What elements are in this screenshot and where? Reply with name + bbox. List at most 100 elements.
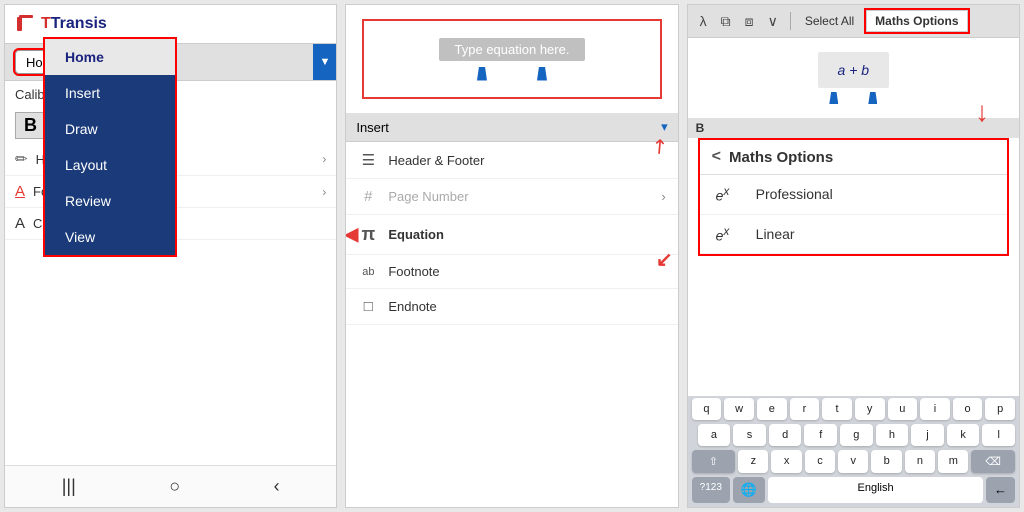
equation-item[interactable]: π Equation ◀ ↙ [346,215,677,255]
bottom-nav-bar: ||| ○ ‹ [5,465,336,507]
maths-options-title: Maths Options [729,149,833,166]
endnote-label: Endnote [388,299,436,314]
key-d[interactable]: d [769,424,802,446]
nav-view[interactable]: View [45,219,175,255]
keyboard-bottom-row: ?123 🌐 English ← [688,475,1019,507]
equation-icon: π [358,224,378,245]
key-v[interactable]: v [838,450,868,473]
key-globe[interactable]: 🌐 [733,477,765,503]
professional-icon: ex [716,185,744,204]
keyboard-b-label: B [688,118,1019,138]
key-u[interactable]: u [888,398,918,420]
key-o[interactable]: o [953,398,983,420]
key-p[interactable]: p [985,398,1015,420]
key-b[interactable]: b [871,450,901,473]
transis-logo-icon [15,13,37,35]
home-circle-icon[interactable]: ○ [169,476,180,497]
key-numbers[interactable]: ?123 [692,477,730,503]
key-e[interactable]: e [757,398,787,420]
key-g[interactable]: g [840,424,873,446]
select-all-btn[interactable]: Select All [799,12,860,30]
eq-handle-right [868,92,877,104]
insert-dropdown-arrow[interactable]: ▾ [661,119,668,135]
key-shift[interactable]: ⇧ [692,450,736,473]
keyboard-row-2: a s d f g h j k l [688,422,1019,448]
font-colour-icon: A [15,183,25,200]
footnote-item[interactable]: ab Footnote [346,255,677,289]
page-number-icon: # [358,188,378,205]
key-q[interactable]: q [692,398,722,420]
endnote-item[interactable]: □ Endnote [346,289,677,325]
key-backspace[interactable]: ⌫ [971,450,1015,473]
dropdown-v-icon[interactable]: ∨ [764,11,782,32]
nav-home[interactable]: Home [45,39,175,75]
equation-preview-box: a + b [818,52,890,88]
key-i[interactable]: i [920,398,950,420]
professional-option[interactable]: ex Professional [700,175,1007,215]
equation-preview-text: a + b [838,62,870,78]
key-t[interactable]: t [822,398,852,420]
key-z[interactable]: z [738,450,768,473]
keyboard-row-1: q w e r t y u i o p [688,396,1019,422]
key-h[interactable]: h [876,424,909,446]
key-k[interactable]: k [947,424,980,446]
key-y[interactable]: y [855,398,885,420]
footnote-icon: ab [358,266,378,278]
key-m[interactable]: m [938,450,968,473]
equation-label: Equation [388,227,444,242]
highlight-icon: ✏ [15,150,28,168]
key-j[interactable]: j [911,424,944,446]
header-footer-icon: ☰ [358,151,378,169]
dropdown-arrow-icon[interactable]: ▼ [313,44,336,80]
equation-box: Type equation here. [362,19,661,99]
bold-button[interactable]: B [15,112,46,139]
nav-insert[interactable]: Insert [45,75,175,111]
page-number-label: Page Number [388,189,468,204]
key-a[interactable]: a [698,424,731,446]
maths-options-header: < Maths Options [700,140,1007,175]
page-number-item[interactable]: # Page Number › [346,179,677,215]
keyboard-row-3: ⇧ z x c v b n m ⌫ [688,448,1019,475]
linear-label: Linear [756,226,795,242]
keyboard: q w e r t y u i o p a s d f g h j k l ⇧ … [688,396,1019,507]
key-return[interactable]: ← [986,477,1015,503]
copy-icon[interactable]: ⧉ [717,11,735,32]
maths-options-button[interactable]: Maths Options [866,10,967,32]
nav-layout[interactable]: Layout [45,147,175,183]
panel3-toolbar: λ ⧉ ⧈ ∨ Select All Maths Options [688,5,1019,38]
key-f[interactable]: f [804,424,837,446]
chevron-right-icon: › [661,189,665,204]
lambda-icon[interactable]: λ [696,11,711,31]
back-icon[interactable]: ‹ [274,476,280,497]
eq-handle-left [829,92,838,104]
key-w[interactable]: w [724,398,754,420]
chevron-right-icon: › [322,152,326,166]
linear-option[interactable]: ex Linear [700,215,1007,255]
menu-icon[interactable]: ||| [62,476,76,497]
red-down-arrow-icon: ↓ [975,98,989,126]
back-arrow-icon[interactable]: < [712,148,721,166]
nav-dropdown-menu: Home Insert Draw Layout Review View [45,39,175,255]
key-s[interactable]: s [733,424,766,446]
insert-label: Insert [356,120,389,135]
insert-toolbar: Insert ▾ [346,113,677,142]
nav-review[interactable]: Review [45,183,175,219]
panel-3: λ ⧉ ⧈ ∨ Select All Maths Options a + b ↓… [687,4,1020,508]
paste-icon[interactable]: ⧈ [741,11,758,32]
key-l[interactable]: l [982,424,1015,446]
header-footer-item[interactable]: ☰ Header & Footer ↗ [346,142,677,179]
endnote-icon: □ [358,298,378,315]
equation-preview-area: a + b ↓ [688,38,1019,118]
key-n[interactable]: n [905,450,935,473]
divider [790,12,791,30]
key-r[interactable]: r [790,398,820,420]
key-c[interactable]: c [805,450,835,473]
linear-icon: ex [716,225,744,244]
panel-2: Type equation here. Insert ▾ ☰ Header & … [345,4,678,508]
footnote-label: Footnote [388,264,439,279]
maths-options-panel: < Maths Options ex Professional ex Linea… [698,138,1009,256]
nav-draw[interactable]: Draw [45,111,175,147]
key-x[interactable]: x [771,450,801,473]
key-space[interactable]: English [768,477,983,503]
handle-left [477,67,487,81]
